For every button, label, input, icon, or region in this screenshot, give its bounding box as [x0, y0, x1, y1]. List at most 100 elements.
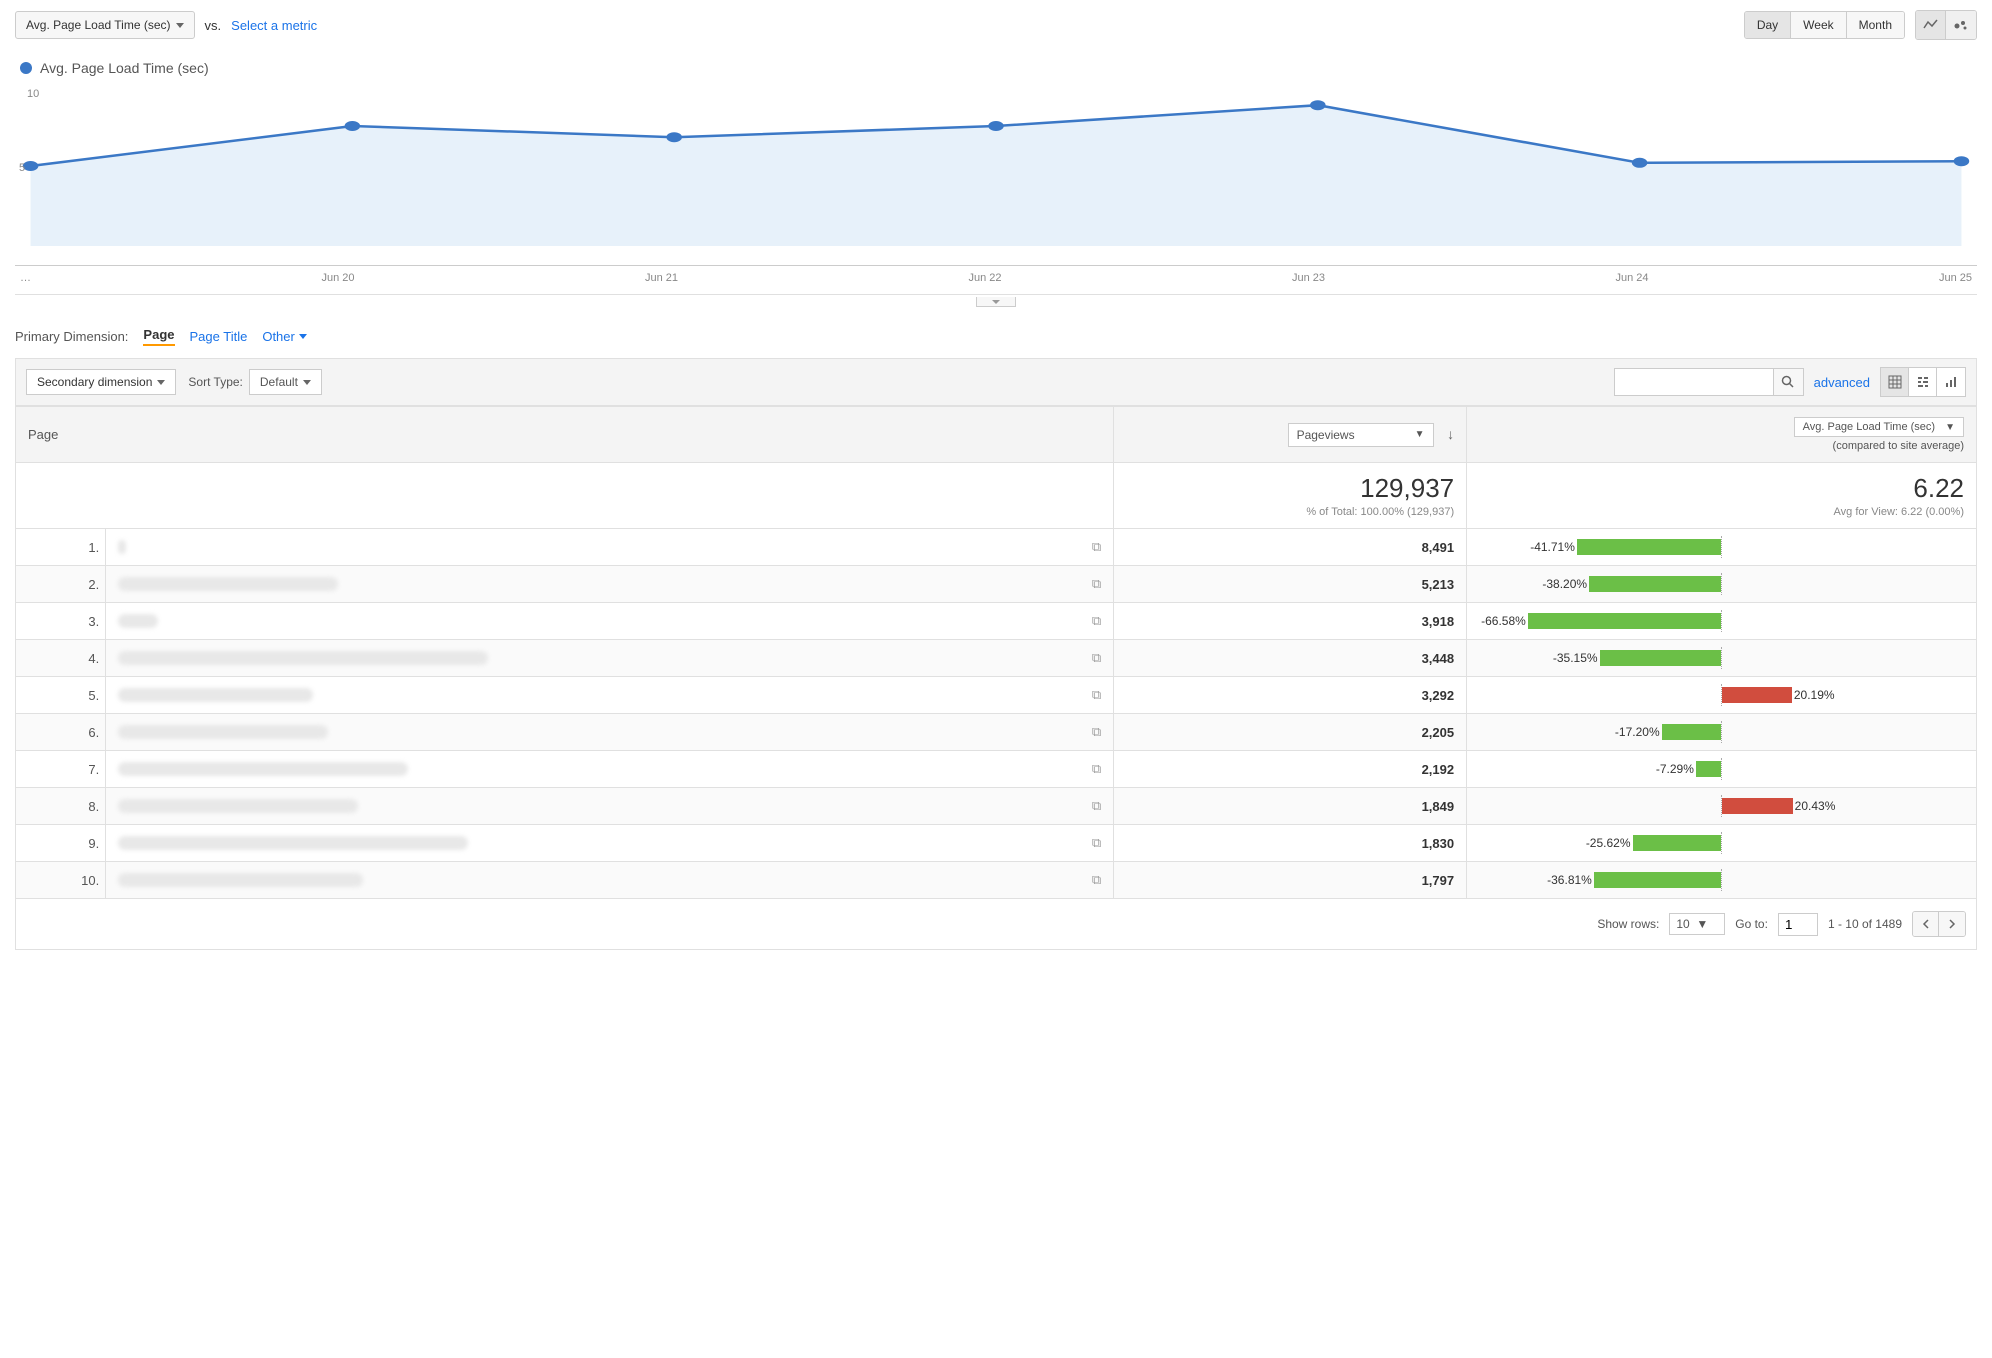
external-link-icon[interactable]: ⧉: [1092, 872, 1101, 888]
row-pageviews: 3,292: [1114, 677, 1467, 714]
col-comparison-header[interactable]: Avg. Page Load Time (sec) ▼ (compared to…: [1467, 407, 1977, 463]
chevron-down-icon: [992, 300, 1000, 304]
dim-other[interactable]: Other: [262, 329, 307, 344]
table-row[interactable]: 7.⧉2,192-7.29%: [16, 751, 1977, 788]
row-pageviews: 1,849: [1114, 788, 1467, 825]
row-index: 2.: [16, 566, 106, 603]
xaxis-tick: Jun 22: [968, 272, 1001, 284]
metric-selector[interactable]: Avg. Page Load Time (sec): [15, 11, 195, 39]
row-pageviews: 3,918: [1114, 603, 1467, 640]
chart-bubble-button[interactable]: [1946, 11, 1976, 39]
ytick-10: 10: [27, 88, 39, 100]
data-table: Page Pageviews ▼ ↓ Avg. Page Load Time (…: [15, 406, 1977, 899]
xaxis-tick: Jun 25: [1939, 272, 1977, 284]
row-page-cell: ⧉: [106, 714, 1114, 751]
external-link-icon[interactable]: ⧉: [1092, 539, 1101, 555]
row-index: 9.: [16, 825, 106, 862]
comparison-metric-selector[interactable]: Avg. Page Load Time (sec) ▼: [1794, 417, 1964, 437]
external-link-icon[interactable]: ⧉: [1092, 761, 1101, 777]
chart-expand-handle[interactable]: [976, 297, 1016, 307]
chevron-down-icon: [299, 334, 307, 339]
secondary-dimension-selector[interactable]: Secondary dimension: [26, 369, 176, 395]
external-link-icon[interactable]: ⧉: [1092, 613, 1101, 629]
prev-page-button[interactable]: [1913, 912, 1939, 936]
search-button[interactable]: [1774, 368, 1804, 396]
row-index: 1.: [16, 529, 106, 566]
row-page-cell: ⧉: [106, 862, 1114, 899]
external-link-icon[interactable]: ⧉: [1092, 724, 1101, 740]
summary-pageviews: 129,937 % of Total: 100.00% (129,937): [1114, 463, 1467, 529]
row-comparison: -17.20%: [1467, 714, 1977, 751]
time-month-button[interactable]: Month: [1847, 12, 1904, 38]
table-row[interactable]: 5. ⧉ 3,29220.19%: [16, 677, 1977, 714]
time-week-button[interactable]: Week: [1791, 12, 1846, 38]
external-link-icon[interactable]: ⧉: [1092, 576, 1101, 592]
external-link-icon[interactable]: ⧉: [1092, 798, 1101, 814]
chart-type-toggle: [1915, 10, 1977, 40]
row-index: 4.: [16, 640, 106, 677]
row-comparison: -25.62%: [1467, 825, 1977, 862]
view-table-button[interactable]: [1881, 368, 1909, 396]
dim-page-title[interactable]: Page Title: [190, 329, 248, 344]
row-pageviews: 5,213: [1114, 566, 1467, 603]
sort-type-label: Sort Type:: [188, 375, 242, 389]
show-rows-label: Show rows:: [1597, 917, 1659, 931]
table-row[interactable]: 8.⧉1,84920.43%: [16, 788, 1977, 825]
table-row[interactable]: 2. ⧉ 5,213-38.20%: [16, 566, 1977, 603]
vs-label: vs.: [205, 18, 222, 33]
pagination-bar: Show rows: 10 ▼ Go to: 1 - 10 of 1489: [15, 899, 1977, 950]
page-range-label: 1 - 10 of 1489: [1828, 917, 1902, 931]
row-comparison: 20.43%: [1467, 788, 1977, 825]
primary-dimension-label: Primary Dimension:: [15, 329, 128, 344]
xaxis-tick: Jun 21: [645, 272, 678, 284]
row-pageviews: 1,797: [1114, 862, 1467, 899]
row-index: 7.: [16, 751, 106, 788]
external-link-icon[interactable]: ⧉: [1092, 687, 1101, 703]
row-index: 5.: [16, 677, 106, 714]
table-row[interactable]: 3.⧉3,918-66.58%: [16, 603, 1977, 640]
row-page-cell: ⧉: [106, 751, 1114, 788]
col-pageviews-header[interactable]: Pageviews ▼ ↓: [1114, 407, 1467, 463]
chart-line-button[interactable]: [1916, 11, 1946, 39]
view-performance-button[interactable]: [1937, 368, 1965, 396]
chevron-down-icon: [303, 380, 311, 385]
table-row[interactable]: 6.⧉2,205-17.20%: [16, 714, 1977, 751]
time-granularity-toggle: Day Week Month: [1744, 11, 1905, 39]
xaxis-tick: Jun 24: [1615, 272, 1648, 284]
external-link-icon[interactable]: ⧉: [1092, 835, 1101, 851]
select-metric-link[interactable]: Select a metric: [231, 18, 317, 33]
table-row[interactable]: 10.⧉1,797-36.81%: [16, 862, 1977, 899]
summary-loadtime: 6.22 Avg for View: 6.22 (0.00%): [1467, 463, 1977, 529]
chevron-down-icon: [176, 23, 184, 28]
pageviews-selector[interactable]: Pageviews ▼: [1288, 423, 1434, 447]
external-link-icon[interactable]: ⧉: [1092, 650, 1101, 666]
view-percentage-button[interactable]: [1909, 368, 1937, 396]
time-day-button[interactable]: Day: [1745, 12, 1791, 38]
row-pageviews: 1,830: [1114, 825, 1467, 862]
dim-page[interactable]: Page: [143, 327, 174, 346]
go-to-input[interactable]: [1778, 913, 1818, 936]
sort-type-selector[interactable]: Default: [249, 369, 322, 395]
sort-desc-icon: ↓: [1447, 426, 1454, 442]
chart-xaxis: … Jun 20 Jun 21 Jun 22 Jun 23 Jun 24 Jun 25: [15, 268, 1977, 295]
search-input[interactable]: [1614, 368, 1774, 396]
xaxis-tick: Jun 20: [321, 272, 354, 284]
row-page-cell: ⧉: [106, 788, 1114, 825]
rows-per-page-selector[interactable]: 10 ▼: [1669, 913, 1725, 935]
advanced-link[interactable]: advanced: [1814, 375, 1870, 390]
table-row[interactable]: 1.⧉8,491-41.71%: [16, 529, 1977, 566]
col-page-header[interactable]: Page: [16, 407, 1114, 463]
row-comparison: -7.29%: [1467, 751, 1977, 788]
go-to-label: Go to:: [1735, 917, 1768, 931]
row-pageviews: 8,491: [1114, 529, 1467, 566]
row-comparison: 20.19%: [1467, 677, 1977, 714]
row-page-cell: ⧉: [106, 603, 1114, 640]
table-row[interactable]: 4.⧉3,448-35.15%: [16, 640, 1977, 677]
table-row[interactable]: 9. ⧉ 1,830-25.62%: [16, 825, 1977, 862]
row-comparison: -38.20%: [1467, 566, 1977, 603]
xaxis-tick: Jun 23: [1292, 272, 1325, 284]
row-pageviews: 3,448: [1114, 640, 1467, 677]
xaxis-tick: …: [15, 272, 31, 284]
next-page-button[interactable]: [1939, 912, 1965, 936]
row-index: 10.: [16, 862, 106, 899]
